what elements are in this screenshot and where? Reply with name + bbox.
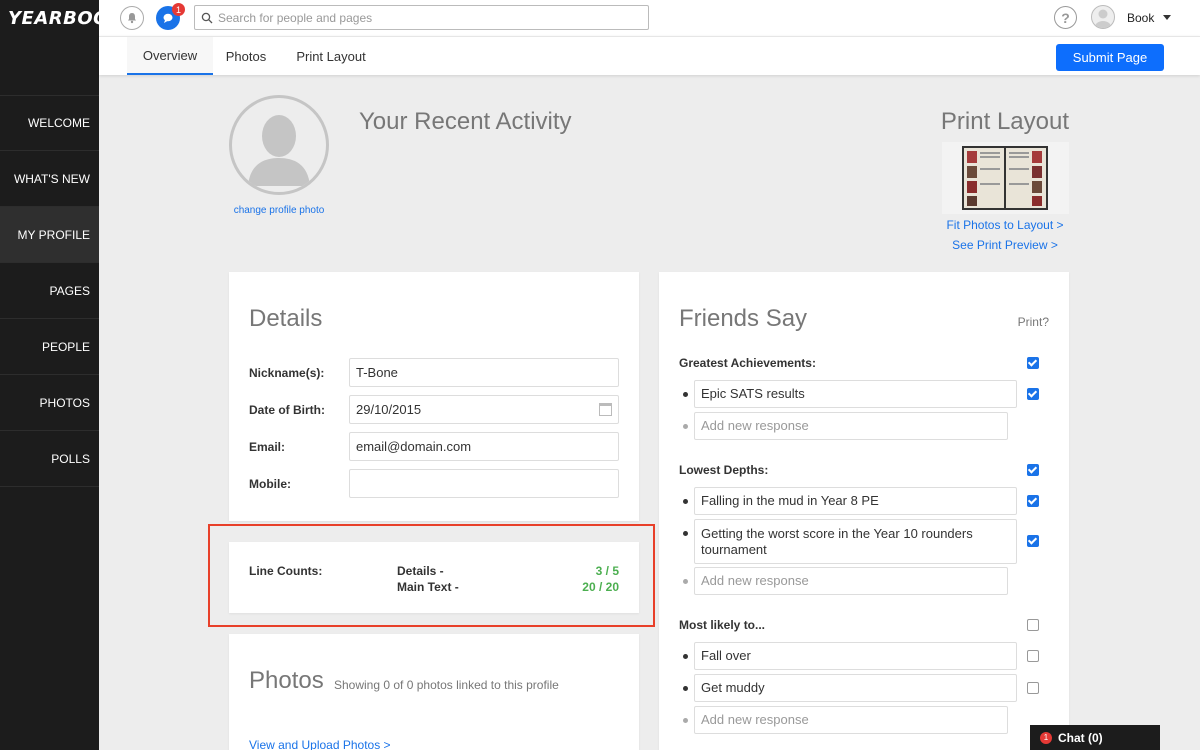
yearbook-spread-image	[962, 146, 1048, 210]
dob-label: Date of Birth:	[249, 403, 325, 417]
print-checkbox[interactable]	[1027, 535, 1039, 547]
print-checkbox[interactable]	[1027, 619, 1039, 631]
help-icon[interactable]: ?	[1054, 6, 1077, 29]
add-response-input[interactable]: Add new response	[694, 706, 1008, 734]
change-profile-photo-link[interactable]: change profile photo	[229, 205, 329, 216]
photos-subtitle: Showing 0 of 0 photos linked to this pro…	[334, 678, 559, 692]
yearbook-logo[interactable]: YEARBOOK	[0, 0, 123, 36]
sidebar-item-people[interactable]: PEOPLE	[0, 319, 99, 375]
messages-button[interactable]: 1	[156, 3, 185, 30]
submit-page-button[interactable]: Submit Page	[1056, 44, 1164, 71]
nickname-field[interactable]: T-Bone	[349, 358, 619, 387]
sidebar-item-photos[interactable]: PHOTOS	[0, 375, 99, 431]
friends-say-title: Friends Say	[679, 305, 808, 332]
sidebar-item-welcome[interactable]: WELCOME	[0, 95, 99, 151]
bullet	[683, 424, 688, 429]
print-checkbox[interactable]	[1027, 357, 1039, 369]
photos-title: Photos	[249, 667, 324, 694]
response-field[interactable]: Falling in the mud in Year 8 PE	[694, 487, 1017, 515]
response-field[interactable]: Get muddy	[694, 674, 1017, 702]
sidebar-item-pages[interactable]: PAGES	[0, 263, 99, 319]
view-upload-photos-link[interactable]: View and Upload Photos >	[249, 738, 391, 750]
bullet	[683, 499, 688, 504]
dob-field[interactable]: 29/10/2015	[349, 395, 619, 424]
details-title: Details	[249, 305, 323, 332]
nickname-label: Nickname(s):	[249, 366, 325, 380]
notifications-button[interactable]	[120, 6, 144, 30]
add-response-input[interactable]: Add new response	[694, 567, 1008, 595]
top-bar: 1 ? Book	[99, 0, 1200, 36]
search-icon	[201, 12, 213, 23]
print-checkbox[interactable]	[1027, 495, 1039, 507]
print-preview-link[interactable]: See Print Preview >	[940, 238, 1070, 252]
user-menu-name[interactable]: Book	[1127, 11, 1154, 25]
chat-badge: 1	[1040, 731, 1052, 744]
photos-card: Photos Showing 0 of 0 photos linked to t…	[229, 634, 639, 750]
friends-say-card: Friends Say Print? Greatest Achievements…	[659, 272, 1069, 750]
fit-photos-link[interactable]: Fit Photos to Layout >	[940, 218, 1070, 232]
print-column-label: Print?	[1017, 315, 1049, 329]
print-checkbox[interactable]	[1027, 464, 1039, 476]
chat-bubble-icon	[163, 13, 173, 23]
response-field[interactable]: Epic SATS results	[694, 380, 1017, 408]
bullet	[683, 718, 688, 723]
sidebar: YEARBOOK WELCOME WHAT'S NEW MY PROFILE P…	[0, 0, 123, 750]
tab-overview[interactable]: Overview	[127, 37, 213, 75]
chat-label: Chat (0)	[1058, 730, 1103, 745]
print-layout-title: Print Layout	[940, 108, 1069, 135]
tab-print-layout[interactable]: Print Layout	[279, 37, 383, 75]
person-silhouette-icon	[248, 115, 310, 186]
bullet	[683, 686, 688, 691]
response-field[interactable]: Fall over	[694, 642, 1017, 670]
sidebar-item-polls[interactable]: POLLS	[0, 431, 99, 487]
print-checkbox[interactable]	[1027, 682, 1039, 694]
bullet	[683, 531, 688, 536]
mobile-label: Mobile:	[249, 477, 291, 491]
section-most-likely-to: Most likely to...	[679, 618, 766, 632]
profile-avatar[interactable]	[229, 95, 329, 195]
response-field[interactable]: Getting the worst score in the Year 10 r…	[694, 519, 1017, 564]
recent-activity-title: Your Recent Activity	[359, 108, 572, 135]
section-greatest-achievements: Greatest Achievements:	[679, 356, 816, 370]
chat-tab[interactable]: 1 Chat (0)	[1030, 725, 1160, 750]
calendar-icon[interactable]	[599, 403, 612, 416]
sub-nav: Overview Photos Print Layout Submit Page	[99, 36, 1200, 75]
print-checkbox[interactable]	[1027, 650, 1039, 662]
highlight-box	[208, 524, 655, 627]
bell-icon	[128, 13, 136, 24]
bullet	[683, 392, 688, 397]
bullet	[683, 579, 688, 584]
search-bar	[194, 5, 649, 30]
person-icon	[1095, 9, 1111, 28]
tab-photos[interactable]: Photos	[213, 37, 279, 75]
mobile-field[interactable]	[349, 469, 619, 498]
dob-value: 29/10/2015	[356, 402, 422, 417]
section-lowest-depths: Lowest Depths:	[679, 463, 769, 477]
notification-badge: 1	[172, 3, 185, 16]
sidebar-nav: WELCOME WHAT'S NEW MY PROFILE PAGES PEOP…	[0, 95, 99, 487]
email-field[interactable]: email@domain.com	[349, 432, 619, 461]
bullet	[683, 654, 688, 659]
search-input[interactable]	[218, 10, 638, 25]
chevron-down-icon[interactable]	[1163, 15, 1171, 20]
sidebar-item-whats-new[interactable]: WHAT'S NEW	[0, 151, 99, 207]
print-checkbox[interactable]	[1027, 388, 1039, 400]
email-label: Email:	[249, 440, 286, 454]
add-response-input[interactable]: Add new response	[694, 412, 1008, 440]
print-layout-thumbnail[interactable]	[942, 142, 1069, 214]
sidebar-item-my-profile[interactable]: MY PROFILE	[0, 207, 99, 263]
details-card: Details Nickname(s): T-Bone Date of Birt…	[229, 272, 639, 521]
user-avatar[interactable]	[1091, 5, 1115, 29]
